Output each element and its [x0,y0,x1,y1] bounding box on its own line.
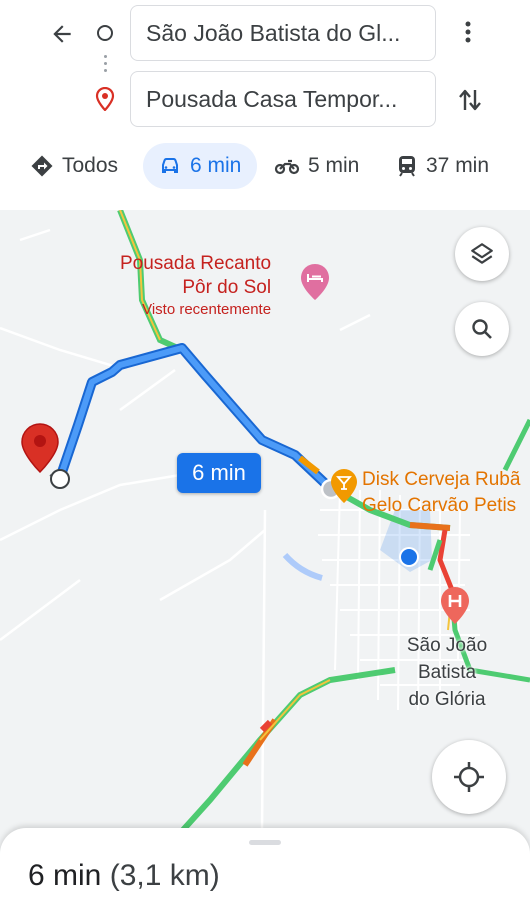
origin-input[interactable]: São João Batista do Gl... [130,5,436,61]
poi-disk-line1: Disk Cerveja Rubã [362,469,521,490]
back-button[interactable] [44,16,80,52]
route-dots-icon [103,55,107,79]
destination-input[interactable]: Pousada Casa Tempor... [130,71,436,127]
gps-icon [454,762,484,792]
layers-icon [471,243,493,264]
sheet-drag-handle[interactable] [249,840,281,845]
directions-header: São João Batista do Gl... Pousada Casa T… [0,0,530,210]
mode-transit-label: 37 min [426,154,490,177]
poi-pousada[interactable]: Pousada Recanto Pôr do Sol Visto recente… [120,252,271,320]
city-label-line1: São João [406,635,488,656]
mode-motorcycle-label: 5 min [308,154,360,177]
travel-modes: Todos 6 min 5 min 37 min [0,143,530,189]
layers-button[interactable] [455,227,509,281]
more-options-button[interactable] [456,14,480,50]
hotel-pin-icon[interactable] [300,263,330,301]
mode-all-label: Todos [62,154,119,177]
route-time-badge[interactable]: 6 min [177,453,261,493]
poi-disk[interactable]: Disk Cerveja Rubã Gelo Carvão Petis [362,467,520,519]
city-label: São João Batista do Glória [392,632,502,713]
mode-all[interactable]: Todos [30,143,118,189]
arrow-back-icon [53,25,71,43]
my-location-button[interactable] [432,740,506,814]
bar-pin-icon[interactable] [330,468,358,504]
city-label-line2: Batista [417,662,477,683]
destination-map-pin-icon[interactable] [20,422,60,474]
my-location-dot [399,547,419,567]
directions-icon [31,155,53,177]
bottom-sheet[interactable]: 6 min (3,1 km) [0,828,530,900]
city-label-line3: do Glória [408,689,486,710]
motorcycle-icon [274,159,300,175]
poi-pousada-name-2: Pôr do Sol [182,277,272,298]
car-icon [162,158,178,173]
route-distance: (3,1 km) [109,859,220,892]
mode-motorcycle[interactable]: 5 min [274,143,359,189]
mode-transit[interactable]: 37 min [396,143,489,189]
poi-pousada-subtitle: Visto recentemente [142,301,272,318]
hospital-pin-icon[interactable] [440,586,470,626]
search-icon [472,319,492,339]
mode-car-label: 6 min [190,154,242,177]
swap-button[interactable] [450,80,490,120]
destination-pin-icon [95,86,115,116]
mode-car[interactable]: 6 min [143,143,257,189]
poi-pousada-name-1: Pousada Recanto [120,253,272,274]
route-summary: 6 min (3,1 km) [28,859,220,893]
poi-disk-line2: Gelo Carvão Petis [362,495,517,516]
route-duration: 6 min [28,859,102,892]
swap-vert-icon [459,89,481,111]
map-view[interactable]: Pousada Recanto Pôr do Sol Visto recente… [0,210,530,900]
transit-icon [399,156,415,177]
search-button[interactable] [455,302,509,356]
more-vert-icon [465,21,471,43]
origin-circle-icon [97,25,113,41]
